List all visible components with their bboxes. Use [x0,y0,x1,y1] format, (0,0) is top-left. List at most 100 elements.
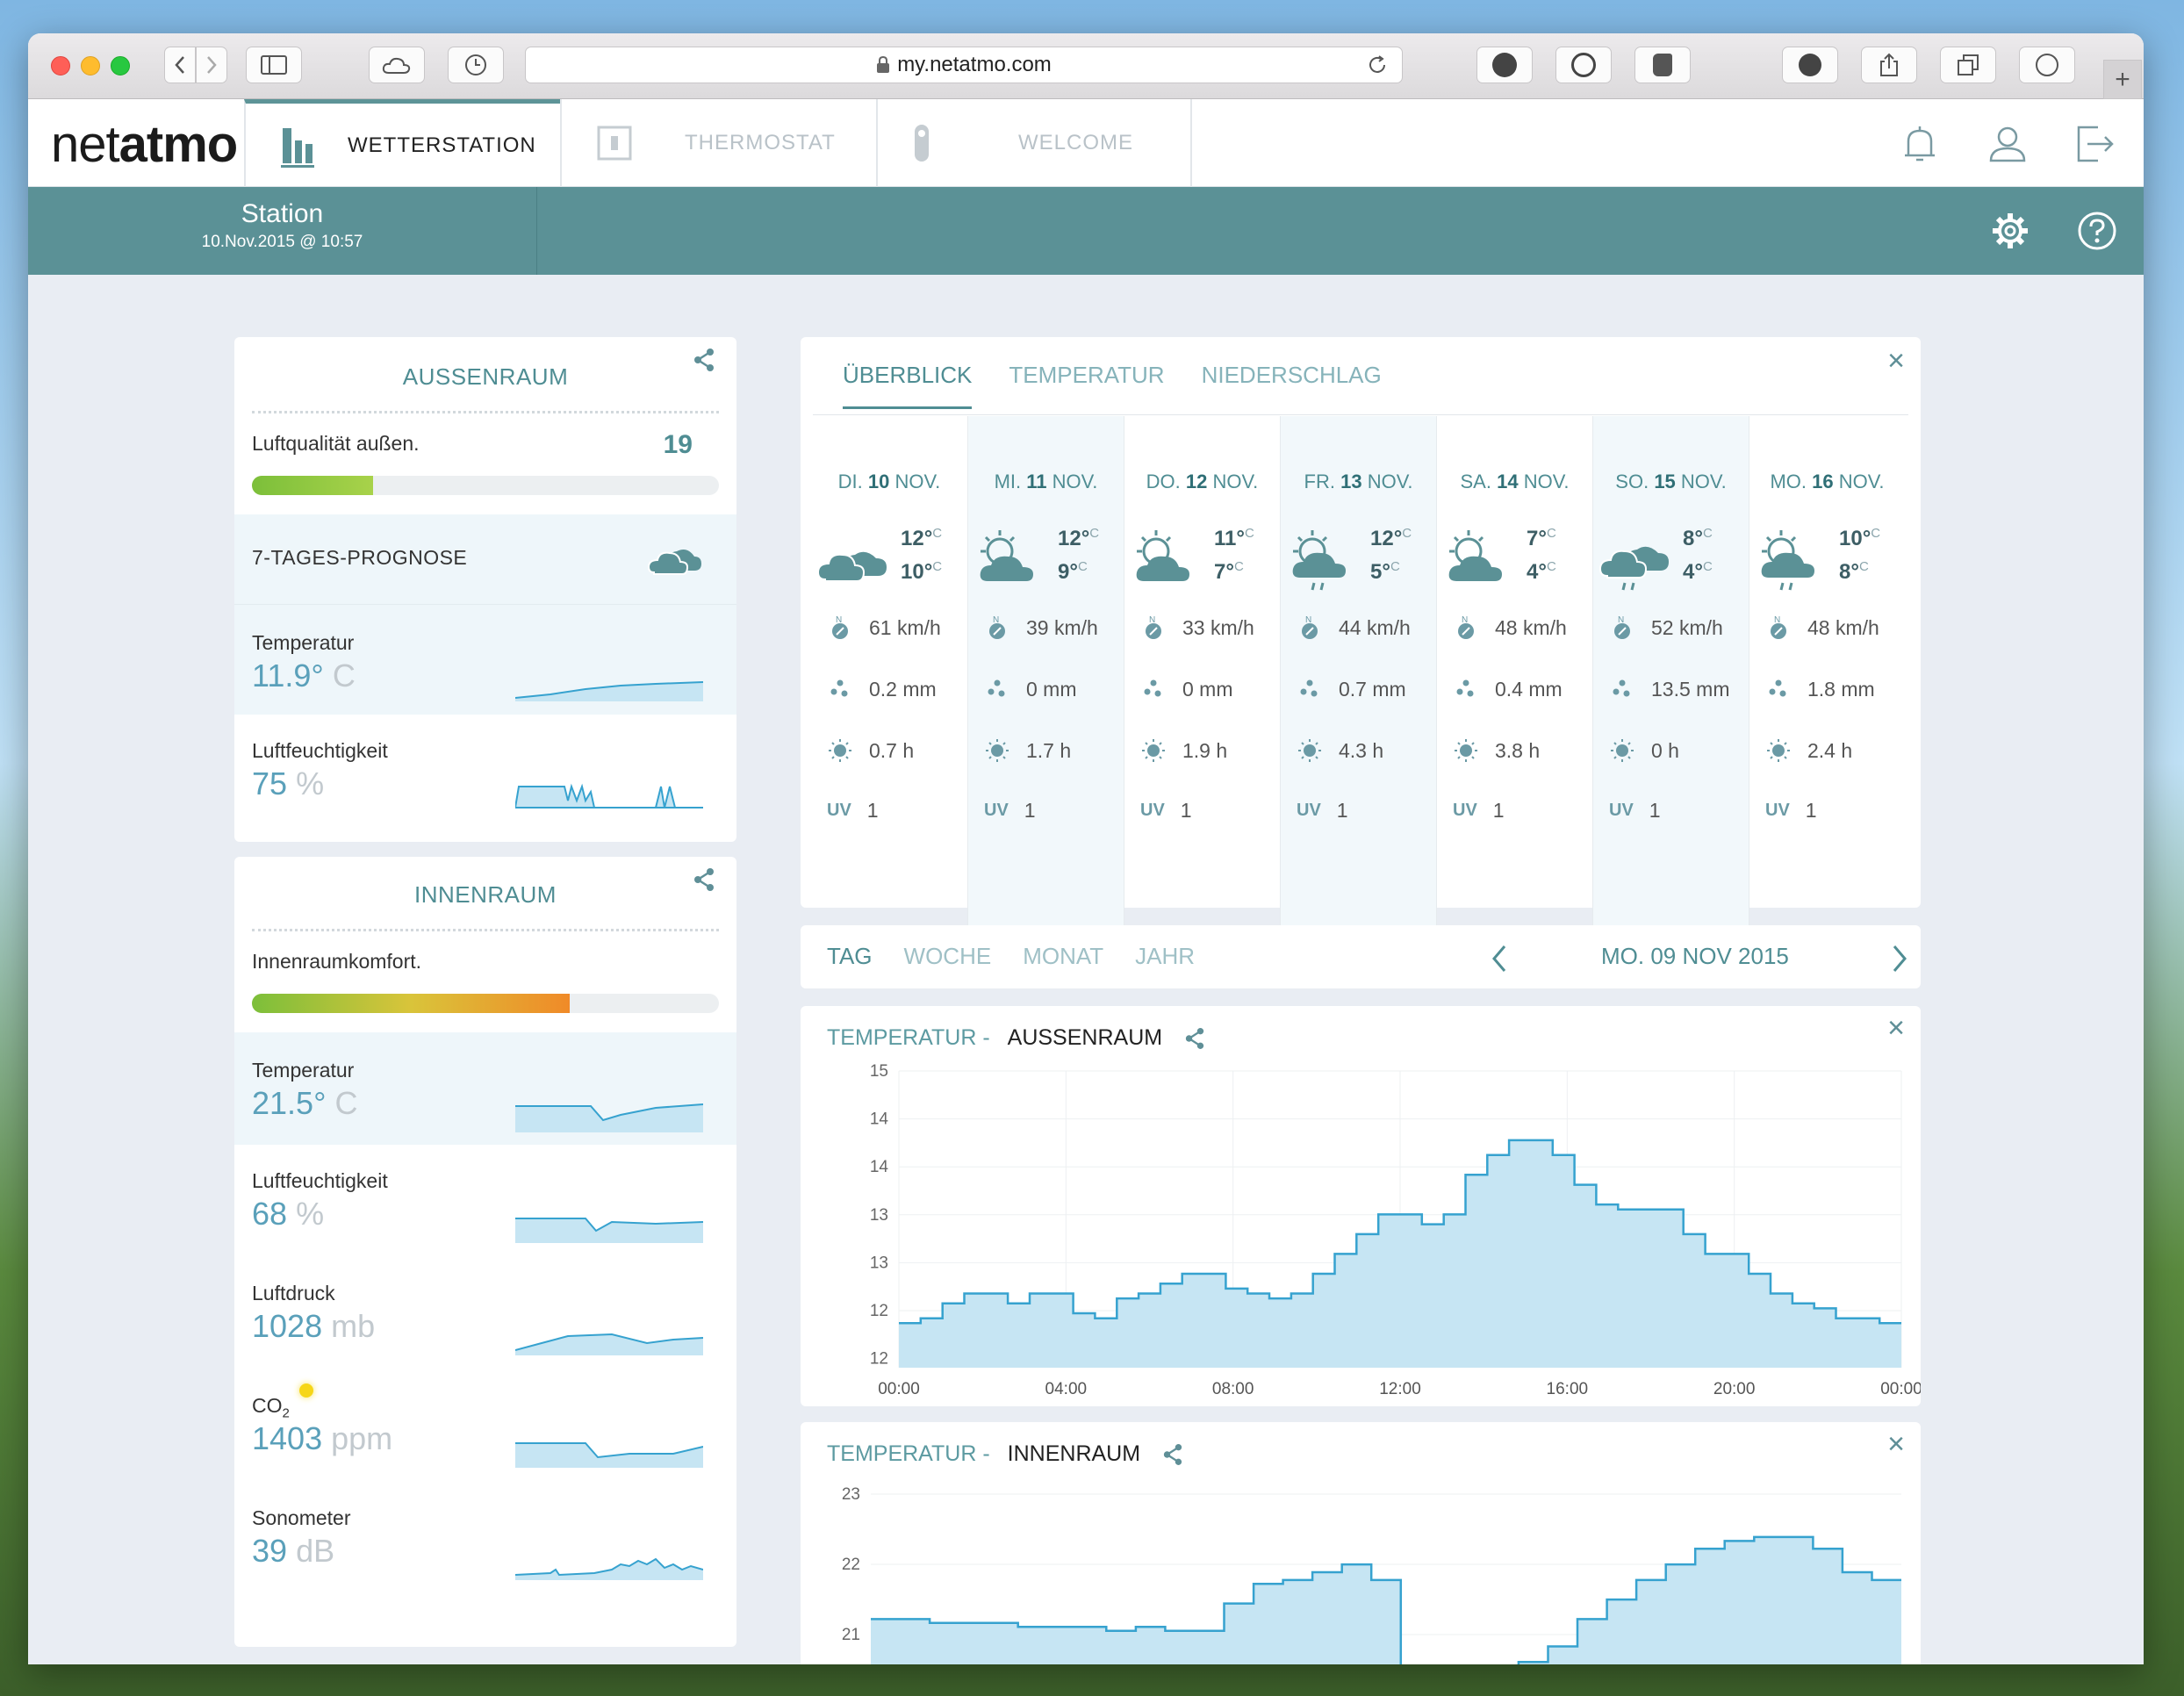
forecast-sun: 0 h [1609,737,1679,764]
close-forecast-button[interactable]: × [1887,344,1905,378]
logout-icon[interactable] [2073,122,2117,166]
previous-day-chevron-icon[interactable] [1491,945,1508,973]
tab-temperature[interactable]: TEMPERATUR [1009,362,1164,409]
user-account-icon[interactable] [1986,122,2030,166]
x-tick-label: 12:00 [1379,1380,1421,1398]
indoor-pressure-number: 1028 [252,1308,323,1344]
indoor-module-card: INNENRAUM Innenraumkomfort. Temperatur 2… [234,857,736,1647]
indoor-pressure-unit: mb [331,1308,376,1344]
y-tick-label: 23 [842,1485,860,1504]
divider [252,929,719,931]
new-tab-button[interactable]: + [2103,60,2142,99]
station-selector[interactable]: Station 10.Nov.2015 @ 10:57 [28,187,537,275]
forecast-day-label: SO. 15 NOV. [1615,471,1727,492]
x-tick-label: 04:00 [1045,1380,1088,1398]
share-button[interactable] [1861,47,1917,83]
outdoor-temperature-number: 11.9° [252,658,324,693]
indoor-co2-row[interactable]: CO2 1403 ppm [234,1369,736,1482]
y-tick-label: 12 [870,1350,888,1369]
tab-wetterstation[interactable]: WETTERSTATION [244,99,560,187]
tabs-overview-button[interactable] [1940,47,1996,83]
forward-button[interactable] [196,47,227,83]
forecast-uv: UV 1 [827,799,879,822]
history-button[interactable] [448,47,504,83]
outdoor-humidity-label: Luftfeuchtigkeit [252,739,388,762]
y-tick-label: 13 [870,1254,888,1272]
wind-icon: N [832,615,848,639]
outdoor-temperature-label: Temperatur [252,631,355,654]
password-icon [1571,53,1596,77]
range-tab-week[interactable]: WOCHE [904,943,992,970]
logo-part-a: net [51,116,120,173]
close-window-button[interactable] [51,56,70,75]
tab-precipitation[interactable]: NIEDERSCHLAG [1202,362,1382,409]
forecast-day-6[interactable]: MO. 16 NOV. 10°C 8°C N 48 km/h 1.8 mm 2.4 h UV 1 [1749,416,1905,934]
chevron-right-icon [207,56,217,74]
range-tab-day[interactable]: TAG [827,943,873,970]
indoor-co2-sparkline [515,1442,703,1468]
indoor-temperature-row[interactable]: Temperatur 21.5° C [234,1032,736,1145]
sun-icon [1611,739,1634,762]
netatmo-logo[interactable]: netatmo [51,115,238,174]
co2-warning-dot-icon [299,1383,313,1398]
indoor-noise-sparkline [515,1557,703,1580]
x-tick-label: 20:00 [1713,1380,1756,1398]
forecast-day-2[interactable]: DO. 12 NOV. 11°C 7°C N 33 km/h 0 mm 1.9 h UV 1 [1124,416,1280,934]
indoor-humidity-row[interactable]: Luftfeuchtigkeit 68 % [234,1145,736,1257]
extension-1-button[interactable] [1476,47,1533,83]
forecast-card: ÜBERBLICK TEMPERATUR NIEDERSCHLAG × DI. … [801,337,1921,934]
indoor-temperature-unit: C [334,1085,358,1121]
sun-icon [1767,739,1790,762]
indoor-temperature-sparkline [515,1103,703,1132]
forecast-rain: 0 mm [1140,676,1233,702]
tab-wetterstation-label: WETTERSTATION [348,133,536,157]
range-tab-month[interactable]: MONAT [1023,943,1103,970]
thermostat-icon [597,126,632,161]
sun-icon [986,739,1009,762]
indoor-temperature-number: 21.5° [252,1085,327,1121]
indoor-co2-number: 1403 [252,1420,323,1456]
forecast-day-1[interactable]: MI. 11 NOV. 12°C 9°C N 39 km/h 0 mm 1.7 h UV 1 [967,416,1124,934]
tabs-icon [1958,54,1979,75]
station-name: Station [241,199,324,228]
tab-welcome[interactable]: WELCOME [876,99,1192,187]
help-icon[interactable] [2077,211,2117,251]
indoor-pressure-row[interactable]: Luftdruck 1028 mb [234,1257,736,1369]
forecast-day-4[interactable]: SA. 14 NOV. 7°C 4°C N 48 km/h 0.4 mm 3.8 h UV 1 [1436,416,1592,934]
share-icon[interactable] [693,867,715,892]
sidebar-icon [261,55,287,75]
minimize-window-button[interactable] [81,56,100,75]
forecast-temperatures: 10°C 8°C [1839,526,1881,584]
extension-2-button[interactable] [1555,47,1612,83]
forecast-day-5[interactable]: SO. 15 NOV. 8°C 4°C N 52 km/h 13.5 mm 0 h UV 1 [1592,416,1749,934]
outdoor-temperature-row[interactable]: Temperatur 11.9° C [234,604,736,715]
outdoor-humidity-row[interactable]: Luftfeuchtigkeit 75 % [234,715,736,827]
notifications-bell-icon[interactable] [1898,122,1942,166]
tab-thermostat[interactable]: THERMOSTAT [560,99,876,187]
tab-overview[interactable]: ÜBERBLICK [843,362,973,409]
partly-cloudy-icon [1136,530,1189,581]
extension-3-button[interactable] [1634,47,1691,83]
forecast-day-0[interactable]: DI. 10 NOV. 12°C 10°C N 61 km/h 0.2 mm 0.7 h UV… [811,416,967,934]
cloud-icon [816,551,887,582]
address-bar[interactable]: my.netatmo.com [525,47,1403,83]
downloads-button[interactable] [1782,47,1838,83]
back-button[interactable] [164,47,196,83]
indoor-noise-row[interactable]: Sonometer 39 dB [234,1482,736,1594]
indoor-humidity-label: Luftfeuchtigkeit [252,1169,388,1192]
clock-icon [465,54,486,75]
range-tab-year[interactable]: JAHR [1135,943,1195,970]
icloud-tabs-button[interactable] [369,47,425,83]
settings-gear-icon[interactable] [1989,210,2031,252]
sun-rain-icon [1292,530,1346,591]
info-button[interactable] [2019,47,2075,83]
forecast-day-3[interactable]: FR. 13 NOV. 12°C 5°C N 44 km/h 0.7 mm 4.3 h UV 1 [1280,416,1436,934]
raindrops-icon [988,679,1005,697]
zoom-window-button[interactable] [111,56,130,75]
reload-icon[interactable] [1367,54,1388,75]
sidebar-button[interactable] [246,47,302,83]
forecast-row[interactable]: 7-TAGES-PROGNOSE [234,514,736,604]
next-day-chevron-icon[interactable] [1891,945,1908,973]
share-icon[interactable] [693,348,715,372]
forecast-temperatures: 7°C 4°C [1527,526,1556,584]
